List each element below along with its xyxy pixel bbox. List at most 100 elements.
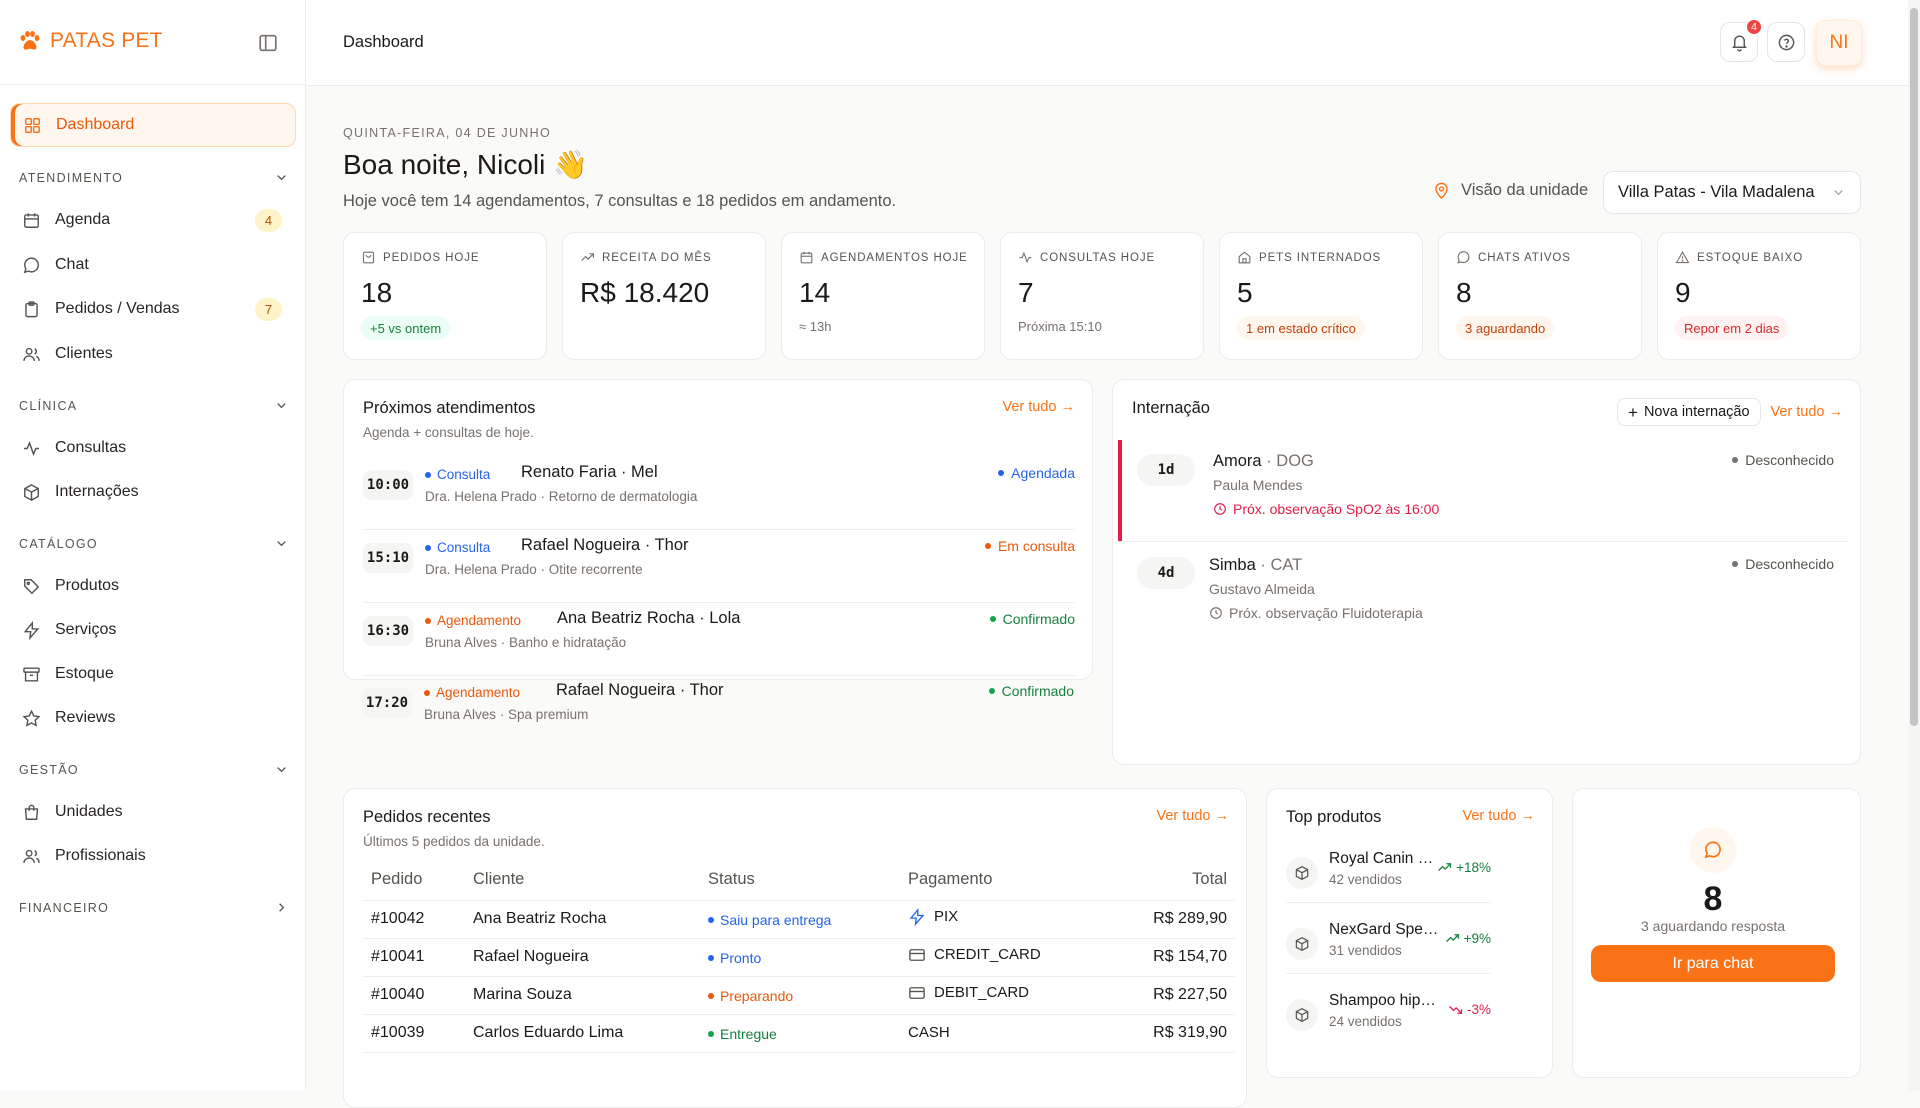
- sidebar-item-servicos[interactable]: Serviços: [10, 608, 296, 652]
- sidebar-toggle-icon[interactable]: [257, 32, 279, 54]
- sidebar-section-clinica[interactable]: CLÍNICA: [19, 398, 289, 413]
- product-name: NexGard Spectra: [1329, 921, 1441, 938]
- sidebar-item-label: Agenda: [55, 211, 111, 228]
- column-header: Total: [1100, 860, 1235, 901]
- sidebar-section-catalogo[interactable]: CATÁLOGO: [19, 536, 289, 551]
- sidebar-item-profissionais[interactable]: Profissionais: [10, 834, 296, 878]
- order-total: R$ 154,70: [1100, 938, 1235, 977]
- see-all-link[interactable]: Ver tudo →: [1156, 808, 1229, 824]
- clock-icon: [1214, 503, 1226, 515]
- current-date: QUINTA-FEIRA, 04 DE JUNHO: [343, 126, 551, 140]
- unit-select[interactable]: Villa Patas - Vila Madalena: [1603, 171, 1861, 214]
- stat-value: R$ 18.420: [580, 277, 710, 308]
- unit-select-value: Villa Patas - Vila Madalena: [1618, 183, 1815, 201]
- table-row[interactable]: #10040 Marina Souza Preparando DEBIT_CAR…: [363, 976, 1235, 1015]
- user-avatar[interactable]: NI: [1816, 20, 1862, 66]
- days-badge: 4d: [1137, 557, 1195, 589]
- product-name: Royal Canin Ga...: [1329, 850, 1441, 867]
- top-products-card: Top produtos Ver tudo → Royal Canin Ga..…: [1266, 788, 1553, 1078]
- sidebar-item-consultas[interactable]: Consultas: [10, 426, 296, 470]
- stat-card-appointments-today[interactable]: AGENDAMENTOS HOJE 14 ≈ 13h: [781, 232, 985, 360]
- table-row[interactable]: #10042 Ana Beatriz Rocha Saiu para entre…: [363, 900, 1235, 939]
- hospitalization-row[interactable]: 1d Amora · DOG Paula Mendes Próx. observ…: [1118, 440, 1848, 542]
- stat-card-monthly-revenue[interactable]: RECEITA DO MÊS R$ 18.420: [562, 232, 766, 360]
- activity-icon: [1019, 251, 1032, 264]
- stat-label: PETS INTERNADOS: [1259, 251, 1382, 264]
- box-icon: [24, 483, 39, 501]
- scrollbar-thumb[interactable]: [1910, 8, 1918, 726]
- stat-card-low-stock[interactable]: ESTOQUE BAIXO 9 Repor em 2 dias: [1657, 232, 1861, 360]
- product-row[interactable]: NexGard Spectra 31 vendidos +9%: [1286, 916, 1491, 974]
- sidebar-item-reviews[interactable]: Reviews: [10, 696, 296, 740]
- sidebar-item-internacoes[interactable]: Internações: [10, 470, 296, 514]
- sidebar-item-label: Profissionais: [55, 847, 146, 864]
- sidebar-item-chat[interactable]: Chat: [10, 243, 296, 287]
- order-id: #10041: [363, 938, 465, 977]
- help-button[interactable]: [1767, 22, 1805, 62]
- stats-row: PEDIDOS HOJE 18 +5 vs ontem RECEITA DO M…: [343, 232, 1861, 360]
- message-circle-icon: [1690, 827, 1736, 873]
- order-client: Marina Souza: [465, 976, 700, 1015]
- card-title: Pedidos recentes: [363, 808, 491, 826]
- stat-card-active-chats[interactable]: CHATS ATIVOS 8 3 aguardando: [1438, 232, 1642, 360]
- product-row[interactable]: Royal Canin Ga... 42 vendidos +18%: [1286, 845, 1491, 903]
- archive-icon: [23, 666, 40, 682]
- sidebar-item-clientes[interactable]: Clientes: [10, 332, 296, 376]
- new-hospitalization-button[interactable]: + Nova internação: [1617, 398, 1761, 426]
- page-scrollbar[interactable]: [1908, 0, 1920, 1091]
- owner-name: Paula Mendes: [1213, 477, 1303, 493]
- notification-count-badge: 4: [1745, 18, 1763, 36]
- chevron-down-icon: [277, 541, 286, 547]
- upcoming-appointments-card-extension: 17:20 Agendamento Rafael Nogueira · Thor…: [343, 379, 1093, 765]
- product-name: Shampoo hipoal...: [1329, 992, 1441, 1009]
- product-trend: +9%: [1445, 931, 1491, 946]
- product-row[interactable]: Shampoo hipoal... 24 vendidos -3%: [1286, 987, 1491, 1045]
- stat-value: 9: [1675, 277, 1691, 308]
- order-id: #10040: [363, 976, 465, 1015]
- trending-up-icon: [1445, 934, 1459, 943]
- sidebar-item-agenda[interactable]: Agenda 4: [10, 198, 296, 242]
- sidebar-item-estoque[interactable]: Estoque: [10, 652, 296, 696]
- stat-label: ESTOQUE BAIXO: [1697, 251, 1804, 264]
- stat-alert-pill: Repor em 2 dias: [1675, 316, 1789, 340]
- product-trend: +18%: [1437, 860, 1491, 875]
- layout-grid-icon: [25, 117, 40, 133]
- order-id: #10039: [363, 1014, 465, 1053]
- sidebar-item-unidades[interactable]: Unidades: [10, 790, 296, 834]
- see-all-link[interactable]: Ver tudo →: [1462, 808, 1535, 824]
- stat-label: CONSULTAS HOJE: [1040, 251, 1156, 264]
- sidebar-divider: [0, 84, 306, 85]
- stat-card-hospitalized-pets[interactable]: PETS INTERNADOS 5 1 em estado crítico: [1219, 232, 1423, 360]
- stat-trend-pill: +5 vs ontem: [361, 316, 451, 340]
- appointment-detail: Bruna Alves · Spa premium: [424, 707, 589, 722]
- sidebar-item-pedidos[interactable]: Pedidos / Vendas 7: [10, 287, 296, 331]
- sidebar-section-atendimento[interactable]: ATENDIMENTO: [19, 170, 289, 185]
- sidebar-item-dashboard[interactable]: Dashboard: [10, 103, 296, 147]
- alert-triangle-icon: [1675, 251, 1690, 264]
- calendar-icon: [24, 212, 39, 228]
- sidebar-section-gestao[interactable]: GESTÃO: [19, 762, 289, 777]
- sidebar-section-financeiro[interactable]: FINANCEIRO: [19, 900, 289, 915]
- order-status: Preparando: [700, 976, 900, 1015]
- sidebar-item-produtos[interactable]: Produtos: [10, 564, 296, 608]
- stat-card-consultations-today[interactable]: CONSULTAS HOJE 7 Próxima 15:10: [1000, 232, 1204, 360]
- brand-logo[interactable]: PATAS PET: [18, 29, 163, 53]
- go-to-chat-button[interactable]: Ir para chat: [1591, 945, 1835, 982]
- stat-label: RECEITA DO MÊS: [602, 251, 712, 264]
- table-row[interactable]: #10041 Rafael Nogueira Pronto CREDIT_CAR…: [363, 938, 1235, 977]
- bell-icon: [1731, 35, 1747, 51]
- hospitalization-row[interactable]: 4d Simba · CAT Gustavo Almeida Próx. obs…: [1118, 544, 1848, 646]
- stat-card-orders-today[interactable]: PEDIDOS HOJE 18 +5 vs ontem: [343, 232, 547, 360]
- notifications-button[interactable]: 4: [1720, 18, 1763, 62]
- plus-icon: +: [1628, 402, 1638, 422]
- appointment-client-pet: Rafael Nogueira · Thor: [556, 681, 724, 699]
- card-subtitle: Últimos 5 pedidos da unidade.: [363, 834, 545, 849]
- pet-name: Amora · DOG: [1213, 452, 1314, 470]
- table-row[interactable]: #10039 Carlos Eduardo Lima Entregue CASH…: [363, 1014, 1235, 1053]
- stat-alert-pill: 3 aguardando: [1456, 316, 1555, 340]
- sidebar: PATAS PET Dashboard ATENDIMENTO Agenda 4…: [0, 0, 306, 1091]
- next-observation: Próx. observação Fluidoterapia: [1209, 605, 1423, 621]
- see-all-link[interactable]: Ver tudo →: [1770, 404, 1843, 420]
- zap-icon: [23, 620, 40, 640]
- appointment-row[interactable]: 17:20 Agendamento Rafael Nogueira · Thor…: [362, 675, 1074, 748]
